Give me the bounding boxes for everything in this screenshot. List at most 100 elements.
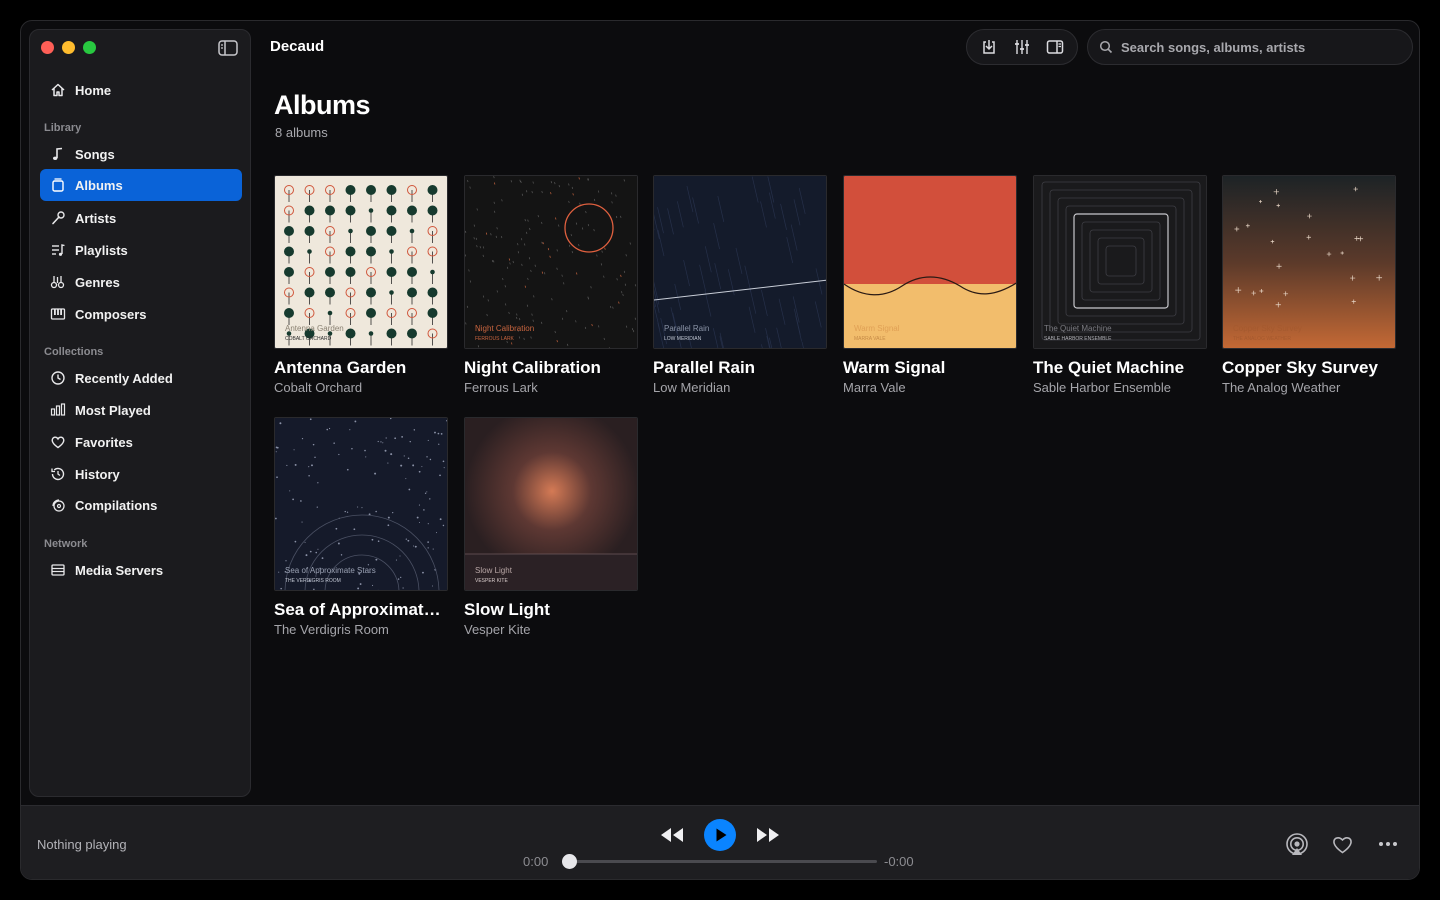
album-card[interactable]: Slow Light VESPER KITE Slow Light Vesper… bbox=[464, 417, 638, 637]
search-input[interactable] bbox=[1121, 39, 1401, 55]
sidebar-item-history[interactable]: History bbox=[40, 458, 242, 490]
inspector-panel-icon[interactable] bbox=[1046, 38, 1064, 56]
cover-subtitle: LOW MERIDIAN bbox=[664, 336, 702, 342]
now-playing-status: Nothing playing bbox=[37, 837, 127, 852]
album-artist[interactable]: Low Meridian bbox=[653, 380, 827, 395]
house-icon bbox=[51, 83, 65, 97]
server-icon bbox=[51, 564, 65, 576]
sidebar-item-composers[interactable]: Composers bbox=[40, 298, 242, 330]
sidebar-item-label: Playlists bbox=[75, 242, 128, 258]
app-title: Decaud bbox=[270, 38, 325, 55]
sidebar-item-recently-added[interactable]: Recently Added bbox=[40, 362, 242, 394]
elapsed-time: 0:00 bbox=[523, 854, 549, 869]
import-icon[interactable] bbox=[980, 38, 998, 56]
microphone-icon bbox=[52, 211, 65, 225]
album-cover[interactable]: Copper Sky Survey THE ANALOG WEATHER bbox=[1222, 175, 1396, 349]
album-count: 8 albums bbox=[275, 125, 328, 140]
fast-forward-icon[interactable] bbox=[755, 826, 781, 844]
album-card[interactable]: The Quiet Machine SABLE HARBOR ENSEMBLE … bbox=[1033, 175, 1207, 395]
play-button[interactable] bbox=[704, 819, 736, 851]
album-artist[interactable]: Cobalt Orchard bbox=[274, 380, 448, 395]
cover-title: Parallel Rain bbox=[664, 324, 709, 333]
sidebar-item-label: Home bbox=[75, 82, 112, 98]
guitars-icon bbox=[50, 276, 65, 289]
sidebar-item-home[interactable]: Home bbox=[40, 74, 242, 106]
sidebar-item-label: Favorites bbox=[75, 434, 133, 450]
playlist-icon bbox=[52, 244, 65, 256]
album-card[interactable]: Parallel Rain LOW MERIDIAN Parallel Rain… bbox=[653, 175, 827, 395]
album-cover[interactable]: Antenna Garden COBALT ORCHARD bbox=[274, 175, 448, 349]
cover-subtitle: THE VERDIGRIS ROOM bbox=[285, 578, 341, 584]
sidebar-item-label: Recently Added bbox=[75, 370, 173, 386]
cover-subtitle: COBALT ORCHARD bbox=[285, 336, 332, 342]
cover-subtitle: FERROUS LARK bbox=[475, 336, 515, 342]
rewind-icon[interactable] bbox=[659, 826, 685, 844]
sidebar-item-label: Media Servers bbox=[75, 562, 164, 578]
sidebar-item-media-servers[interactable]: Media Servers bbox=[40, 554, 242, 586]
album-cover[interactable]: Warm Signal MARRA VALE bbox=[843, 175, 1017, 349]
album-artist[interactable]: The Verdigris Room bbox=[274, 622, 448, 637]
album-title: Antenna Garden bbox=[274, 358, 407, 377]
zoom-window-button[interactable] bbox=[83, 41, 96, 54]
sidebar-item-label: Artists bbox=[75, 210, 117, 226]
sidebar-item-compilations[interactable]: Compilations bbox=[40, 489, 242, 521]
album-artist[interactable]: Marra Vale bbox=[843, 380, 1017, 395]
sidebar-item-albums[interactable]: Albums bbox=[40, 169, 242, 201]
section-label-network: Network bbox=[44, 538, 88, 550]
airplay-icon[interactable] bbox=[1284, 832, 1310, 858]
album-cover[interactable]: Night Calibration FERROUS LARK bbox=[464, 175, 638, 349]
equalizer-icon[interactable] bbox=[1013, 38, 1031, 56]
album-card[interactable]: Copper Sky Survey THE ANALOG WEATHER Cop… bbox=[1222, 175, 1396, 395]
heart-icon bbox=[51, 436, 65, 449]
album-title: Parallel Rain bbox=[653, 358, 756, 377]
album-cover[interactable]: Slow Light VESPER KITE bbox=[464, 417, 638, 591]
cover-title: Night Calibration bbox=[475, 324, 534, 333]
sidebar-toggle-icon[interactable] bbox=[218, 40, 238, 56]
cover-title: Sea of Approximate Stars bbox=[285, 566, 376, 575]
album-card[interactable]: Night Calibration FERROUS LARK Night Cal… bbox=[464, 175, 638, 395]
heart-icon[interactable] bbox=[1332, 835, 1353, 854]
music-note-icon bbox=[53, 147, 63, 160]
cover-title: The Quiet Machine bbox=[1044, 324, 1112, 333]
sidebar-item-genres[interactable]: Genres bbox=[40, 266, 242, 298]
album-artist[interactable]: Ferrous Lark bbox=[464, 380, 638, 395]
sidebar-item-artists[interactable]: Artists bbox=[40, 202, 242, 234]
sidebar-item-favorites[interactable]: Favorites bbox=[40, 426, 242, 458]
album-title: Sea of Approximate Stars bbox=[274, 600, 448, 619]
cover-subtitle: THE ANALOG WEATHER bbox=[1233, 336, 1291, 342]
album-title: Copper Sky Survey bbox=[1222, 358, 1378, 377]
album-title: The Quiet Machine bbox=[1033, 358, 1185, 377]
close-window-button[interactable] bbox=[41, 41, 54, 54]
album-cover[interactable]: Sea of Approximate Stars THE VERDIGRIS R… bbox=[274, 417, 448, 591]
album-artist[interactable]: Sable Harbor Ensemble bbox=[1033, 380, 1207, 395]
cover-subtitle: MARRA VALE bbox=[854, 336, 886, 342]
piano-keys-icon bbox=[50, 308, 66, 320]
sidebar-item-label: History bbox=[75, 466, 120, 482]
minimize-window-button[interactable] bbox=[62, 41, 75, 54]
sidebar-item-label: Compilations bbox=[75, 497, 158, 513]
progress-track[interactable] bbox=[569, 860, 877, 863]
album-cover[interactable]: Parallel Rain LOW MERIDIAN bbox=[653, 175, 827, 349]
sidebar-item-songs[interactable]: Songs bbox=[40, 138, 242, 170]
sidebar-item-label: Genres bbox=[75, 274, 120, 290]
search-field[interactable] bbox=[1087, 29, 1413, 65]
section-label-library: Library bbox=[44, 122, 82, 134]
album-cover[interactable]: The Quiet Machine SABLE HARBOR ENSEMBLE bbox=[1033, 175, 1207, 349]
album-card[interactable]: Warm Signal MARRA VALE Warm Signal Marra… bbox=[843, 175, 1017, 395]
more-options-icon[interactable] bbox=[1378, 841, 1398, 847]
album-artist[interactable]: The Analog Weather bbox=[1222, 380, 1396, 395]
album-card[interactable]: Antenna Garden COBALT ORCHARD Antenna Ga… bbox=[274, 175, 448, 395]
bar-chart-icon bbox=[50, 403, 66, 416]
cover-subtitle: SABLE HARBOR ENSEMBLE bbox=[1044, 336, 1112, 342]
history-icon bbox=[51, 467, 65, 481]
progress-knob[interactable] bbox=[562, 854, 577, 869]
window-controls bbox=[41, 41, 96, 54]
album-card[interactable]: Sea of Approximate Stars THE VERDIGRIS R… bbox=[274, 417, 448, 637]
toolbar-group bbox=[966, 29, 1078, 65]
cover-title: Warm Signal bbox=[854, 324, 900, 333]
sidebar-item-playlists[interactable]: Playlists bbox=[40, 234, 242, 266]
album-artist[interactable]: Vesper Kite bbox=[464, 622, 638, 637]
cover-subtitle: VESPER KITE bbox=[475, 578, 508, 584]
page-title: Albums bbox=[274, 90, 371, 120]
sidebar-item-most-played[interactable]: Most Played bbox=[40, 394, 242, 426]
